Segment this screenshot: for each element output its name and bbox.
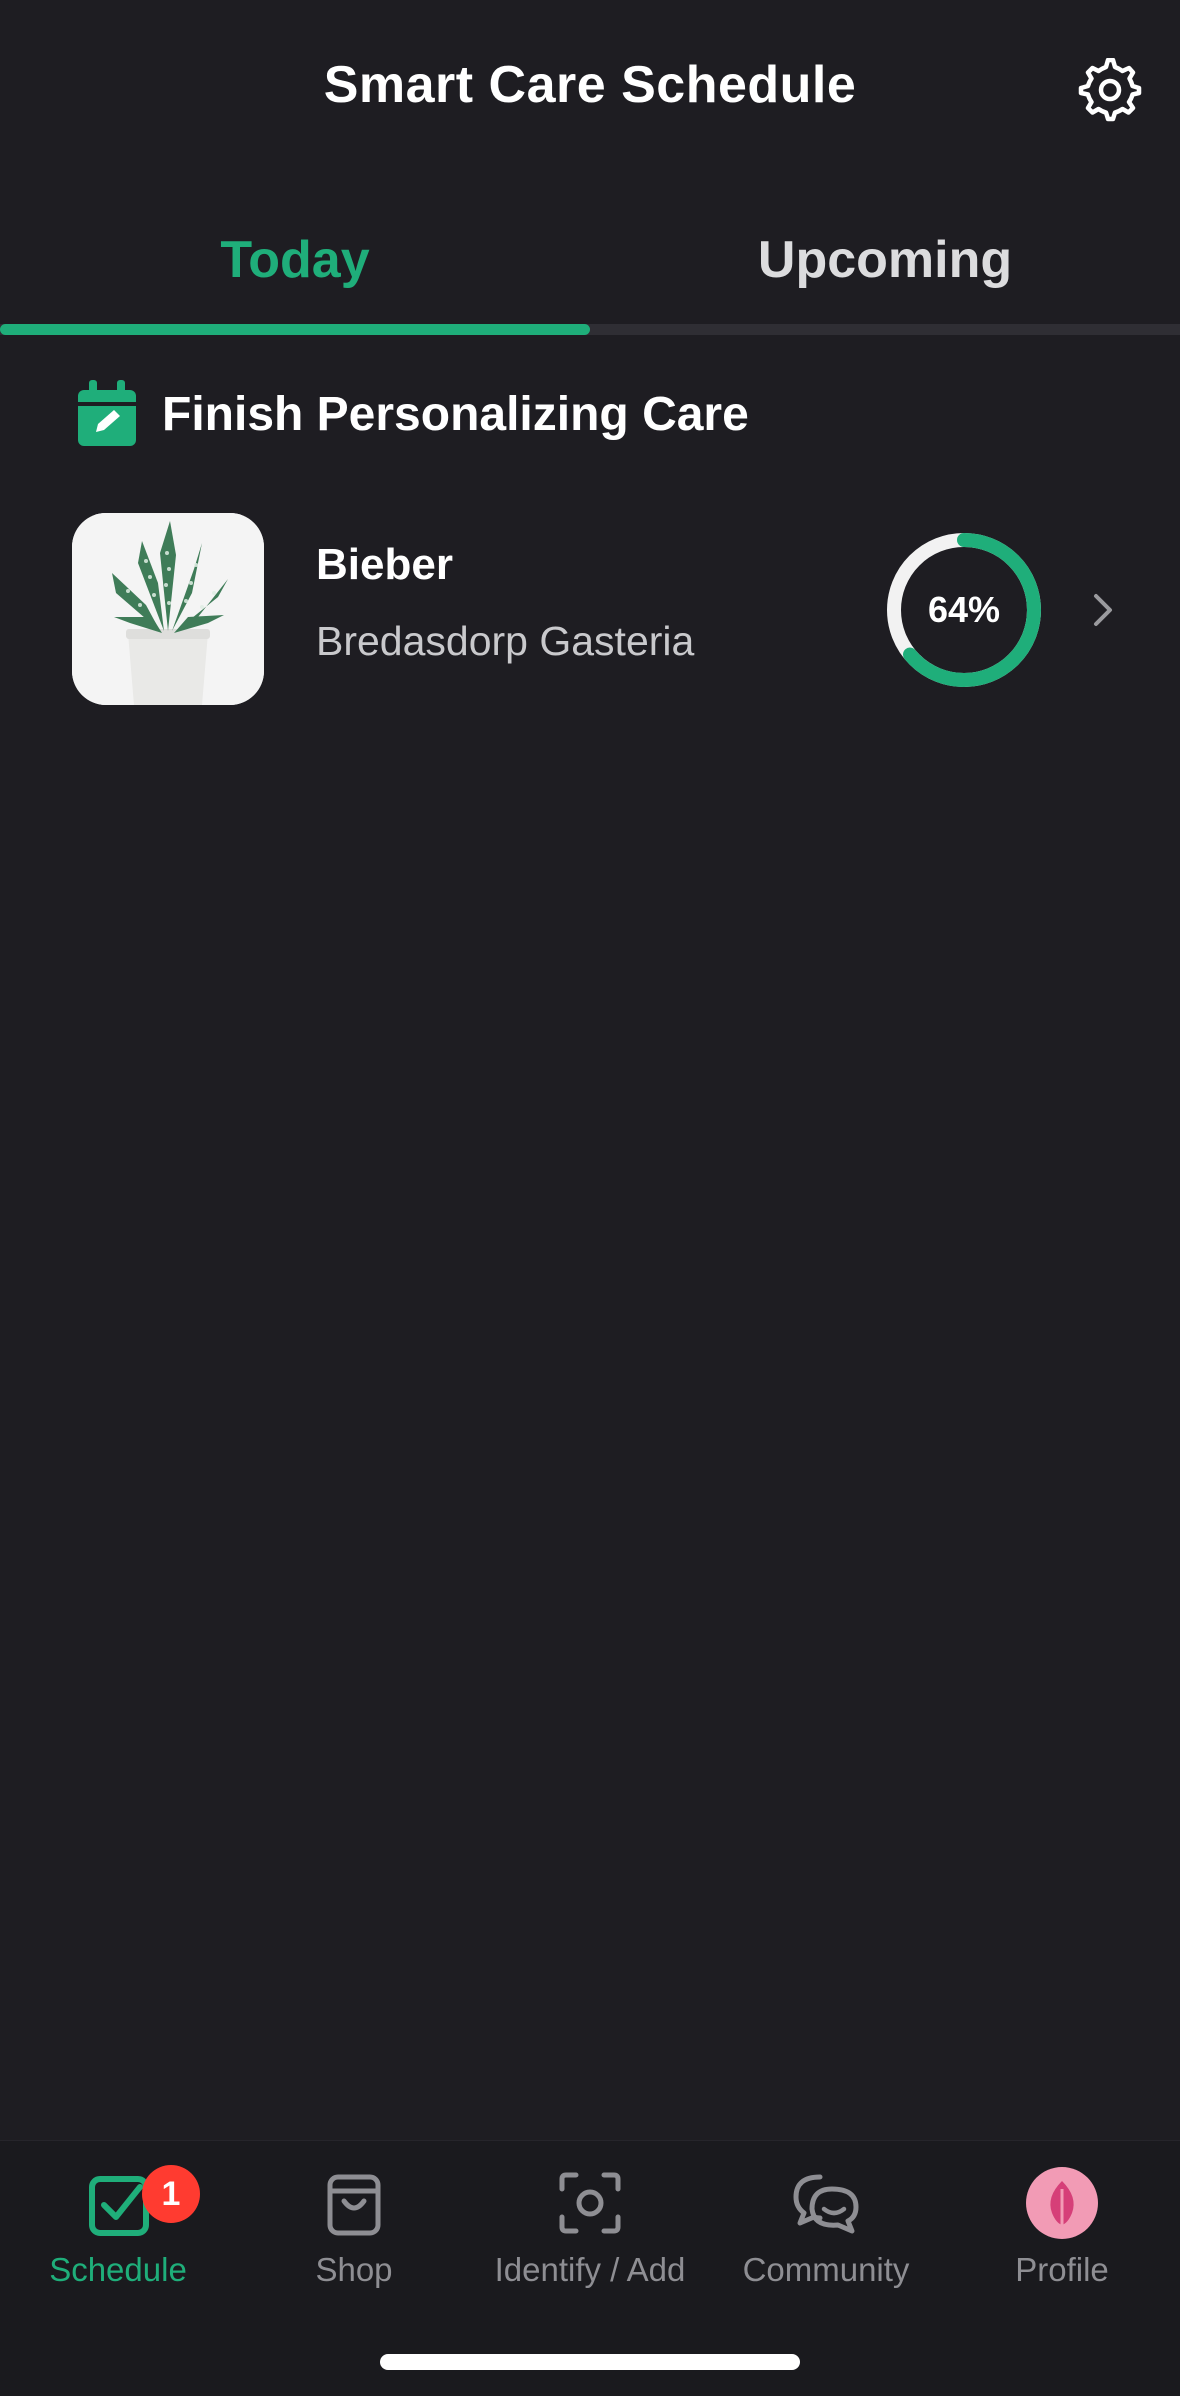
section-title: Finish Personalizing Care — [162, 387, 749, 441]
tabbar-community[interactable]: Community — [708, 2167, 944, 2327]
header: Smart Care Schedule — [0, 0, 1180, 180]
section-header: Finish Personalizing Care — [76, 378, 749, 450]
notification-badge: 1 — [142, 2165, 200, 2223]
care-progress-ring: 64% — [882, 528, 1046, 692]
avatar-leaf-icon — [1050, 2181, 1074, 2229]
tabbar-shop[interactable]: Shop — [236, 2167, 472, 2327]
gear-icon — [1078, 57, 1142, 122]
calendar-edit-icon — [78, 380, 136, 446]
scan-camera-icon — [559, 2172, 621, 2234]
tabbar-profile[interactable]: Profile — [944, 2167, 1180, 2327]
chevron-right-icon[interactable] — [1088, 588, 1118, 632]
tab-upcoming[interactable]: Upcoming — [590, 215, 1180, 325]
plant-species: Bredasdorp Gasteria — [316, 618, 695, 664]
tabbar-label: Community — [742, 2251, 910, 2288]
tabbar-label: Profile — [1015, 2251, 1109, 2288]
succulent-image — [72, 513, 264, 705]
page-title: Smart Care Schedule — [323, 56, 857, 114]
tab-active-indicator — [0, 324, 590, 335]
progress-percent: 64% — [927, 589, 1001, 630]
plant-thumbnail — [72, 513, 264, 705]
tab-today[interactable]: Today — [0, 215, 590, 325]
plant-card[interactable]: Bieber Bredasdorp Gasteria 64% — [0, 508, 1180, 708]
home-indicator — [380, 2354, 800, 2370]
smart-care-schedule-screen: Smart Care Schedule Today Upcoming Finis… — [0, 0, 1180, 2396]
tabbar-label: Identify / Add — [494, 2251, 686, 2288]
tabbar-identify-add[interactable]: Identify / Add — [472, 2167, 708, 2327]
segment-tabs: Today Upcoming — [0, 215, 1180, 335]
settings-button[interactable] — [1078, 57, 1142, 122]
shopping-bag-icon — [327, 2174, 381, 2236]
tabbar-schedule[interactable]: 1 Schedule — [0, 2165, 236, 2327]
tabbar-label: Shop — [315, 2251, 393, 2288]
tabbar-label: Schedule — [49, 2251, 187, 2288]
plant-name: Bieber — [316, 540, 453, 589]
avatar — [1026, 2167, 1098, 2239]
chat-bubbles-icon — [793, 2174, 859, 2234]
